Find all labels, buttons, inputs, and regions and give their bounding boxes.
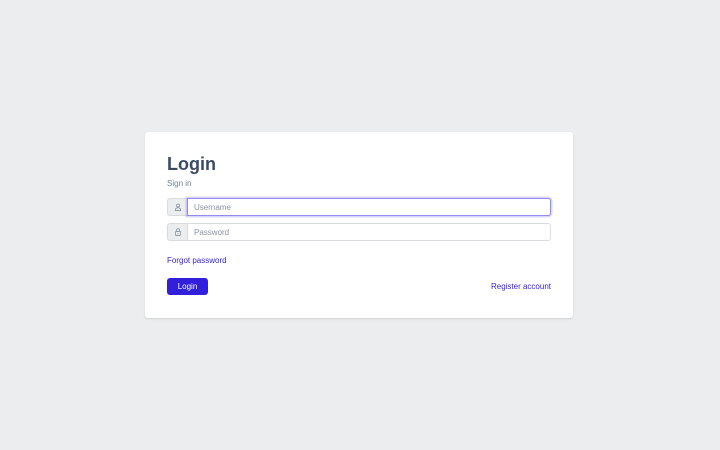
register-account-link[interactable]: Register account bbox=[491, 282, 551, 292]
login-card: Login Sign in Forgot password L bbox=[145, 132, 573, 318]
lock-icon bbox=[174, 228, 181, 236]
password-group bbox=[167, 223, 551, 241]
password-input[interactable] bbox=[187, 223, 551, 241]
password-addon bbox=[167, 223, 187, 241]
username-group bbox=[167, 198, 551, 216]
login-button[interactable]: Login bbox=[167, 278, 208, 295]
forgot-password-link[interactable]: Forgot password bbox=[167, 256, 227, 266]
page-title: Login bbox=[167, 154, 216, 174]
username-addon bbox=[167, 198, 187, 216]
subtitle: Sign in bbox=[167, 179, 192, 188]
login-page: Login Sign in Forgot password L bbox=[0, 0, 720, 450]
username-input[interactable] bbox=[187, 198, 551, 216]
user-icon bbox=[174, 203, 181, 211]
